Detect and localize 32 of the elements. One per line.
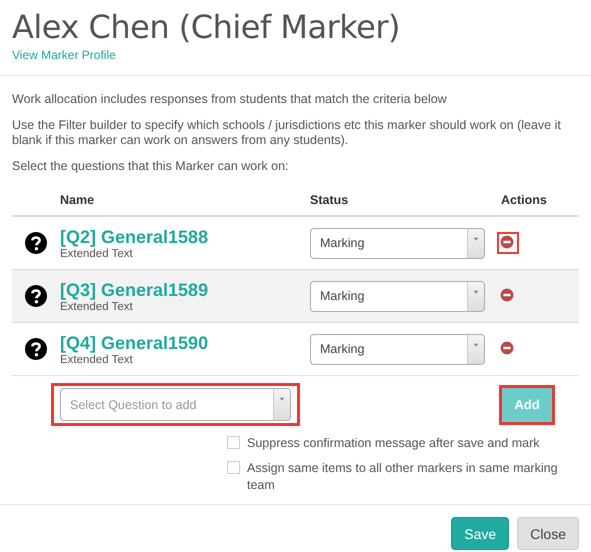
column-header: Status: [310, 193, 350, 207]
question-type: Extended Text: [60, 354, 134, 366]
description-text: Work allocation includes responses from students that match the criteria below: [12, 92, 448, 107]
remove-button[interactable]: [497, 232, 519, 254]
checkbox[interactable]: [227, 461, 240, 474]
checkbox[interactable]: [227, 436, 240, 449]
checkbox-label: Suppress confirmation message after save and mark: [247, 435, 540, 452]
profile-link[interactable]: View Marker Profile: [12, 48, 116, 62]
question-icon: [25, 285, 47, 307]
save-button[interactable]: Save: [451, 517, 510, 550]
description-text: Select the questions that this Marker can work on:: [12, 159, 290, 174]
close-button[interactable]: Close: [517, 517, 579, 550]
column-header: Name: [60, 193, 96, 207]
page-title: Alex Chen (Chief Marker): [12, 8, 401, 46]
question-type: Extended Text: [60, 248, 134, 260]
question-name[interactable]: [Q3] General1589: [60, 280, 310, 300]
minus-circle-icon: [499, 340, 515, 356]
column-header: Actions: [500, 193, 547, 207]
question-name[interactable]: [Q2] General1588: [60, 226, 310, 248]
question-icon: [25, 338, 47, 360]
dropdown[interactable]: Select Question to add: [60, 388, 291, 421]
dropdown[interactable]: Marking: [310, 228, 485, 258]
add-button[interactable]: Add: [499, 384, 555, 424]
question-type: Extended Text: [60, 300, 134, 312]
dropdown[interactable]: Marking: [310, 280, 485, 312]
checkbox-label: Assign same items to all other markers in same marking team: [247, 460, 559, 494]
question-name[interactable]: [Q4] General1590: [60, 332, 310, 354]
dropdown[interactable]: Marking: [310, 334, 485, 364]
question-icon: [25, 232, 47, 254]
minus-circle-icon: [499, 234, 515, 250]
description-text: Use the Filter builder to specify which schools / jurisdictions etc this marker should work on (leave it blank if this marker can work on answers from any students).: [12, 118, 562, 148]
minus-circle-icon: [499, 287, 515, 303]
